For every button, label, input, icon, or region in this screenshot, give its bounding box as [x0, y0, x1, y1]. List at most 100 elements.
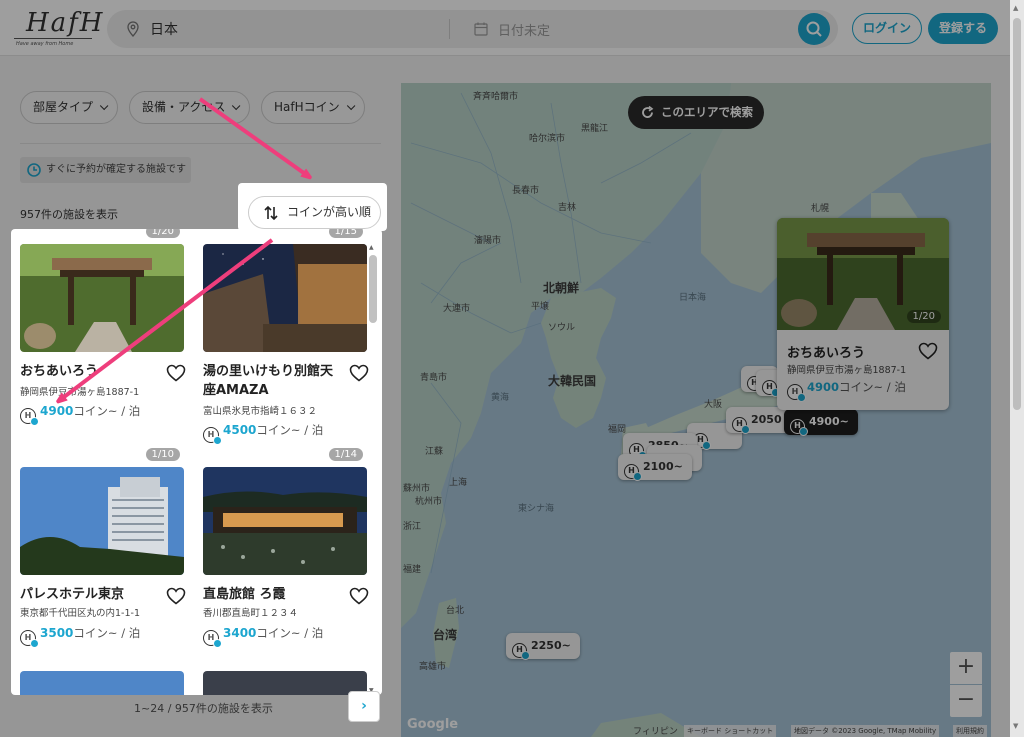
- instant-booking-text: すぐに予約が確定する施設です: [46, 164, 186, 175]
- hafh-logo[interactable]: HafH Have away from Home: [12, 6, 102, 48]
- photo-counter: 1/20: [906, 310, 941, 323]
- google-logo: Google: [407, 717, 459, 732]
- favorite-heart-icon[interactable]: [918, 342, 938, 360]
- scroll-down-arrow-icon[interactable]: ▼: [1013, 722, 1018, 730]
- next-page-button[interactable]: ›: [348, 691, 380, 722]
- result-count: 957件の施設を表示: [20, 208, 118, 221]
- filter-label: 設備・アクセス: [142, 100, 226, 114]
- map-label: 上海: [449, 478, 468, 488]
- map-label: 大阪: [704, 400, 723, 410]
- map-label: 江蘇: [425, 447, 444, 457]
- map-attribution-shortcuts[interactable]: キーボード ショートカット: [684, 725, 777, 737]
- listing-panel: 1/20 おちあいろう 静岡県伊豆市湯ヶ島1887-1 H 4900コイン~ / …: [11, 229, 382, 695]
- search-bar[interactable]: 日本 日付未定: [107, 10, 838, 48]
- hafh-coin-icon: H: [732, 417, 750, 434]
- zoom-out-button[interactable]: −: [950, 685, 982, 717]
- map-price-pin[interactable]: H 2050: [726, 407, 791, 434]
- map-label: ソウル: [548, 323, 576, 333]
- favorite-heart-icon[interactable]: [166, 587, 186, 605]
- listing-photo[interactable]: [203, 467, 367, 575]
- map-price-pin[interactable]: H 2100~: [618, 454, 692, 481]
- listing-price: H 4500コイン~ / 泊: [203, 422, 323, 445]
- favorite-heart-icon[interactable]: [349, 587, 369, 605]
- header: HafH Have away from Home 日本 日付未定 ログイン 登録…: [0, 0, 1010, 56]
- map-label: フィリピン: [633, 727, 678, 737]
- map-label: 吉林: [558, 203, 577, 213]
- map-label: 哈尔滨市: [529, 134, 566, 144]
- search-this-area-button[interactable]: このエリアで検索: [628, 96, 764, 129]
- map[interactable]: 斉斉哈爾市 哈尔滨市 黒龍江 長春市 吉林 瀋陽市 大連市 北朝鮮 平壌 ソウル…: [401, 83, 991, 737]
- filter-amenities[interactable]: 設備・アクセス: [129, 91, 251, 124]
- map-background: [401, 83, 991, 737]
- photo-dots: [281, 229, 305, 234]
- map-listing-popup[interactable]: 1/20 おちあいろう 静岡県伊豆市湯ヶ島1887-1 H 4900コイン~ / …: [777, 218, 949, 410]
- map-price-pin-value: 2100~: [643, 460, 683, 473]
- listing-price: H 3400コイン~ / 泊: [203, 625, 323, 648]
- price-suffix: コイン~ / 泊: [839, 380, 906, 394]
- listing-name[interactable]: 直島旅館 ろ霞: [203, 585, 343, 604]
- divider: [20, 143, 381, 144]
- signup-button[interactable]: 登録する: [928, 13, 998, 44]
- map-label: 青島市: [420, 373, 448, 383]
- map-price-pin-value: 4900~: [809, 415, 849, 428]
- map-label: 台北: [446, 606, 465, 616]
- photo-dots: [98, 229, 122, 234]
- search-divider: [449, 19, 450, 39]
- listing-name[interactable]: パレスホテル東京: [20, 585, 160, 604]
- sort-button[interactable]: コインが高い順: [248, 196, 381, 229]
- filter-room-type[interactable]: 部屋タイプ: [20, 91, 119, 124]
- price-suffix: コイン~ / 泊: [73, 626, 141, 640]
- map-price-pin[interactable]: H 2250~: [506, 633, 580, 660]
- listing-name[interactable]: 湯の里いけもり別館天座AMAZA: [203, 362, 343, 400]
- login-button[interactable]: ログイン: [852, 13, 922, 44]
- date-input[interactable]: 日付未定: [498, 20, 550, 39]
- search-this-area-label: このエリアで検索: [661, 105, 753, 119]
- map-price-pin-selected[interactable]: H 4900~: [784, 409, 858, 436]
- map-label: 日本海: [679, 293, 707, 303]
- listing-scrollbar-thumb[interactable]: [369, 255, 377, 323]
- hafh-coin-icon: H: [512, 643, 530, 660]
- listing-scrollbar[interactable]: ▲ ▼: [368, 244, 378, 694]
- map-popup-price: H 4900コイン~ / 泊: [787, 379, 906, 402]
- listing-photo[interactable]: [203, 244, 367, 352]
- scroll-up-arrow-icon[interactable]: ▲: [369, 244, 374, 251]
- search-button[interactable]: [798, 13, 830, 45]
- search-location-input[interactable]: 日本: [150, 19, 178, 39]
- map-price-pin-value: 2250~: [531, 639, 571, 652]
- listing-photo-partial[interactable]: [20, 671, 184, 695]
- listing-name[interactable]: おちあいろう: [20, 362, 160, 381]
- map-label: 高雄市: [419, 662, 447, 672]
- listing-photo[interactable]: [20, 467, 184, 575]
- map-label: 札幌: [811, 204, 830, 214]
- listing-photo[interactable]: [20, 244, 184, 352]
- hafh-coin-icon: H: [790, 419, 808, 436]
- page-scrollbar-thumb[interactable]: [1013, 18, 1021, 410]
- map-attribution-data[interactable]: 地図データ ©2023 Google, TMap Mobility: [791, 725, 940, 737]
- map-label: 福岡: [608, 425, 627, 435]
- map-label: 蘇州市: [403, 484, 431, 494]
- favorite-heart-icon[interactable]: [166, 364, 186, 382]
- photo-counter: 1/15: [328, 229, 363, 238]
- chevron-down-icon: [346, 101, 356, 111]
- listing-photo-partial[interactable]: [203, 671, 367, 695]
- sort-label: コインが高い順: [287, 205, 372, 219]
- logo-text: HafH: [26, 8, 105, 38]
- map-label: 大連市: [443, 304, 471, 314]
- favorite-heart-icon[interactable]: [349, 364, 369, 382]
- search-icon: [806, 21, 822, 37]
- map-popup-address: 静岡県伊豆市湯ヶ島1887-1: [787, 365, 907, 376]
- photo-counter: 1/10: [145, 448, 180, 461]
- photo-counter: 1/14: [328, 448, 363, 461]
- listing-address: 香川郡直島町１２３４: [203, 608, 299, 619]
- listing-address: 富山県氷見市指崎１６３２: [203, 406, 318, 417]
- map-attribution-terms[interactable]: 利用規約: [953, 725, 987, 737]
- filter-hafh-coin[interactable]: HafHコイン: [261, 91, 365, 124]
- zoom-in-button[interactable]: +: [950, 652, 982, 684]
- map-label: 大韓民国: [548, 374, 597, 388]
- listing-price: H 3500コイン~ / 泊: [20, 625, 141, 648]
- sort-arrows-icon: [264, 205, 278, 221]
- hafh-coin-icon: H: [203, 427, 222, 445]
- scroll-up-arrow-icon[interactable]: ▲: [1013, 4, 1018, 12]
- hafh-coin-icon: H: [762, 380, 780, 397]
- page-scrollbar[interactable]: ▲ ▼: [1010, 0, 1024, 737]
